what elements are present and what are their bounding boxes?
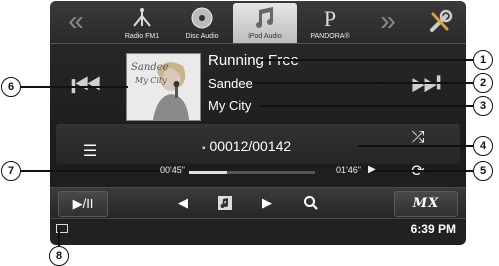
scroll-left-button[interactable]: «: [56, 1, 96, 43]
music-note-box-icon: [218, 196, 232, 210]
leader-line-8: [58, 230, 60, 246]
callout-3: 3: [473, 96, 493, 116]
progress-fill: [189, 171, 227, 174]
music-library-button[interactable]: [208, 191, 242, 215]
album-art-script-2: My City: [135, 76, 167, 85]
double-chevron-left-icon: «: [68, 5, 84, 36]
triangle-left-icon: ◀: [178, 195, 188, 210]
repeat-icon: ⟳: [411, 163, 425, 180]
callout-1: 1: [473, 50, 493, 70]
play-pause-label: ▶/II: [72, 196, 94, 211]
search-icon: [304, 196, 318, 210]
antenna-icon: [133, 8, 151, 27]
repeat-button[interactable]: ⟳: [406, 161, 430, 183]
list-icon: ☰: [82, 143, 98, 160]
list-button[interactable]: ☰: [76, 141, 104, 163]
leader-line-2: [252, 82, 473, 84]
scroll-right-button[interactable]: »: [368, 1, 408, 43]
search-button[interactable]: [294, 191, 328, 215]
disc-icon: [191, 7, 213, 29]
music-note-icon: [256, 7, 273, 28]
track-title: Running Free: [208, 52, 299, 69]
track-counter-text: 00012/00142: [209, 138, 292, 154]
triangle-right-icon: ▶: [262, 195, 272, 210]
file-icon: ▪: [202, 143, 206, 154]
callout-4: 4: [473, 136, 493, 156]
device-screen: « Radio FM1 Disc Audio iPod Audio P PAND…: [50, 1, 466, 245]
shuffle-icon: ⤮: [411, 129, 425, 146]
tab-disc[interactable]: Disc Audio: [170, 3, 234, 43]
callout-5: 5: [473, 161, 493, 181]
elapsed-time: 00'45": [160, 165, 185, 175]
tab-radio[interactable]: Radio FM1: [110, 3, 174, 43]
callout-2: 2: [473, 73, 493, 93]
callout-7: 7: [1, 161, 21, 181]
leader-line-3: [260, 105, 473, 107]
play-pause-button[interactable]: ▶/II: [58, 191, 108, 217]
track-counter: ▪ 00012/00142: [202, 138, 291, 154]
seek-forward-button[interactable]: ▶: [250, 191, 284, 215]
svg-text:P: P: [324, 6, 336, 30]
pandora-logo-icon: P: [324, 6, 336, 30]
callout-6: 6: [1, 77, 21, 97]
remaining-time: 01'46": [336, 165, 361, 175]
settings-button[interactable]: [418, 1, 462, 43]
wrench-screwdriver-icon: [430, 9, 453, 32]
tab-ipod-label: iPod Audio: [248, 33, 282, 40]
artist-name: Sandee: [208, 76, 253, 91]
leader-line-1: [259, 59, 473, 61]
clock: 6:39 PM: [410, 222, 456, 236]
leader-line-6: [20, 86, 128, 88]
mx-logo: MX: [412, 196, 440, 211]
tab-pandora-label: PANDORA®: [310, 33, 350, 40]
seek-back-button[interactable]: ◀: [166, 191, 200, 215]
tab-disc-label: Disc Audio: [185, 33, 219, 40]
album-art: Sandee My City: [126, 53, 201, 121]
control-bar: ▶/II ◀ ▶ MX: [50, 187, 466, 219]
leader-line-5: [375, 170, 473, 172]
status-bar: 6:39 PM: [50, 218, 466, 245]
album-art-script-1: Sandee: [131, 62, 169, 73]
tab-pandora[interactable]: P PANDORA®: [298, 3, 362, 43]
leader-line-4: [358, 145, 473, 147]
album-name: My City: [208, 98, 252, 113]
tab-ipod[interactable]: iPod Audio: [233, 3, 297, 43]
leader-line-7: [20, 170, 160, 172]
double-chevron-right-icon: »: [380, 5, 396, 36]
source-bar: « Radio FM1 Disc Audio iPod Audio P PAND…: [50, 1, 466, 44]
progress-track[interactable]: [189, 171, 315, 174]
callout-8: 8: [49, 246, 69, 266]
media-xpander-button[interactable]: MX: [394, 191, 458, 217]
tab-radio-label: Radio FM1: [124, 33, 160, 40]
